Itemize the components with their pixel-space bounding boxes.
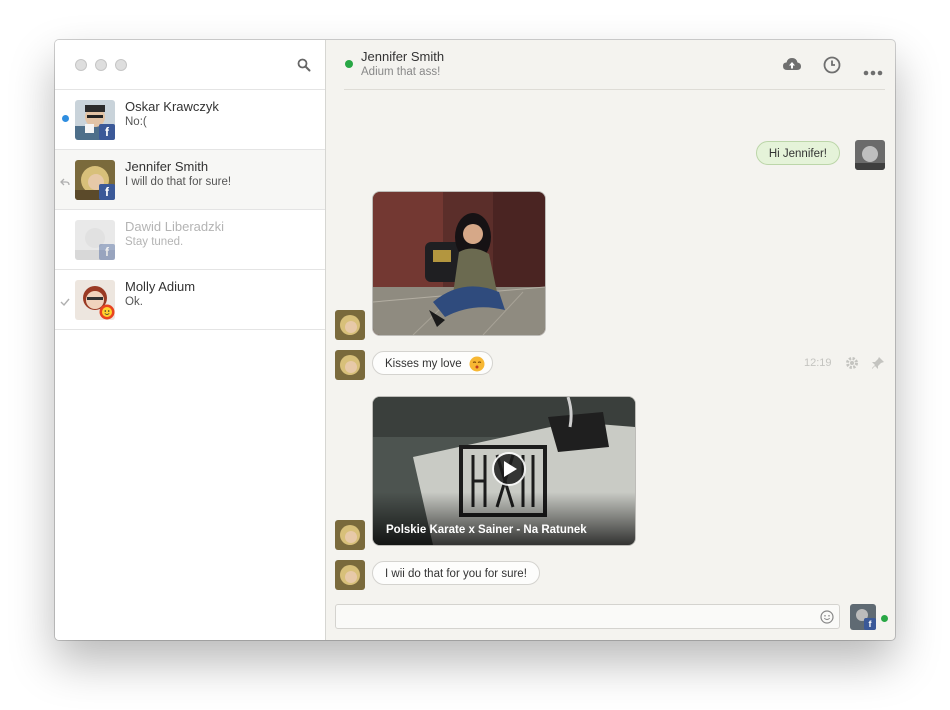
message-text: Kisses my love xyxy=(385,358,462,370)
contact-last-message: Stay tuned. xyxy=(125,236,184,248)
message-timestamp: 12:19 xyxy=(804,357,832,369)
contact-avatar xyxy=(335,560,365,590)
contact-list-item[interactable]: Molly Adium Ok. xyxy=(55,269,325,330)
cloud-upload-icon[interactable] xyxy=(782,56,802,77)
my-online-status-dot xyxy=(881,615,888,622)
clock-icon[interactable] xyxy=(823,56,841,79)
smiley-icon[interactable] xyxy=(820,610,834,629)
contact-name: Oskar Krawczyk xyxy=(125,99,219,114)
unread-indicator xyxy=(62,115,69,122)
contact-name: Jennifer Smith xyxy=(125,159,209,174)
header-divider xyxy=(344,89,885,90)
contact-last-message: Ok. xyxy=(125,296,143,308)
kiss-emoji-icon xyxy=(469,356,485,381)
gear-icon[interactable] xyxy=(845,356,859,375)
reply-arrow-icon xyxy=(60,174,70,192)
facebook-icon: f xyxy=(864,618,876,630)
contact-avatar xyxy=(335,520,365,550)
contact-avatar xyxy=(335,350,365,380)
contact-list-item[interactable]: f Dawid Liberadzki Stay tuned. xyxy=(55,209,325,269)
online-status-dot xyxy=(345,60,353,68)
contact-last-message: No:( xyxy=(125,116,147,128)
window-close-button[interactable] xyxy=(75,59,87,71)
facebook-icon: f xyxy=(99,244,115,260)
my-avatar xyxy=(855,140,885,170)
incoming-message-bubble: I wii do that for you for sure! xyxy=(372,561,540,585)
video-title: Polskie Karate x Sainer - Na Ratunek xyxy=(386,524,587,536)
chat-contact-status: Adium that ass! xyxy=(361,66,441,78)
contact-name: Molly Adium xyxy=(125,279,196,294)
app-window: f Oskar Krawczyk No:( f Jennifer Smith I… xyxy=(55,40,895,640)
pin-icon[interactable] xyxy=(871,356,885,375)
contacts-sidebar: f Oskar Krawczyk No:( f Jennifer Smith I… xyxy=(55,40,326,640)
window-zoom-button[interactable] xyxy=(115,59,127,71)
adium-sun-icon xyxy=(99,304,115,325)
ellipsis-icon[interactable] xyxy=(863,63,883,81)
photo-message[interactable] xyxy=(372,191,546,336)
search-icon[interactable] xyxy=(297,58,311,77)
facebook-icon: f xyxy=(99,124,115,140)
play-icon[interactable] xyxy=(488,452,520,484)
facebook-icon: f xyxy=(99,184,115,200)
contact-list-item[interactable]: f Oskar Krawczyk No:( xyxy=(55,89,325,149)
window-minimize-button[interactable] xyxy=(95,59,107,71)
contact-name: Dawid Liberadzki xyxy=(125,219,224,234)
contact-last-message: I will do that for sure! xyxy=(125,176,232,188)
contact-avatar xyxy=(335,310,365,340)
contact-list-item[interactable]: f Jennifer Smith I will do that for sure… xyxy=(55,149,325,209)
incoming-message-bubble: Kisses my love xyxy=(372,351,493,375)
chat-panel: Jennifer Smith Adium that ass! Hi Jennif… xyxy=(326,40,895,640)
outgoing-message-bubble: Hi Jennifer! xyxy=(755,141,840,165)
checkmark-icon xyxy=(60,294,70,312)
message-input[interactable] xyxy=(335,604,840,629)
chat-contact-name: Jennifer Smith xyxy=(361,49,445,64)
